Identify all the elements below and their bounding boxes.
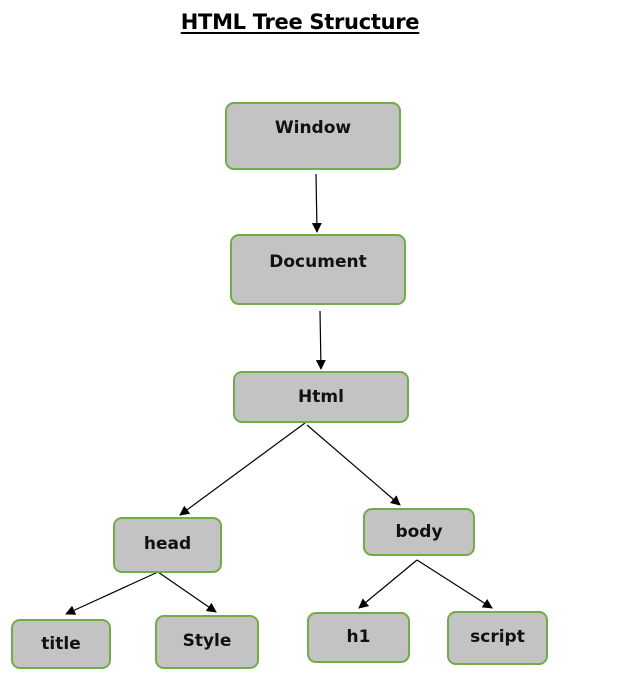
node-label: Style — [182, 631, 232, 651]
edge-head-to-title — [65, 571, 159, 615]
node-label: script — [470, 627, 525, 647]
edge-body-to-script — [416, 559, 493, 609]
edge-window-to-document — [311, 173, 322, 233]
edge-html-to-body — [306, 424, 401, 506]
edge-html-to-head — [179, 422, 306, 516]
node-window: Window — [225, 102, 401, 170]
edge-body-to-h1 — [358, 559, 418, 609]
node-title: title — [11, 619, 111, 669]
node-head: head — [113, 517, 222, 573]
node-html: Html — [233, 371, 409, 423]
node-style: Style — [155, 615, 259, 669]
node-label: h1 — [346, 627, 371, 647]
node-script: script — [447, 611, 548, 665]
node-label: head — [143, 534, 192, 554]
edge-head-to-style — [157, 571, 217, 613]
node-h1: h1 — [307, 612, 410, 663]
node-label: Html — [298, 387, 344, 407]
node-label: title — [41, 634, 81, 654]
node-label: Window — [274, 118, 352, 138]
node-label: Document — [269, 252, 367, 272]
node-label: body — [395, 522, 443, 542]
node-body: body — [363, 508, 475, 556]
node-document: Document — [230, 234, 406, 305]
edge-document-to-html — [315, 310, 326, 370]
